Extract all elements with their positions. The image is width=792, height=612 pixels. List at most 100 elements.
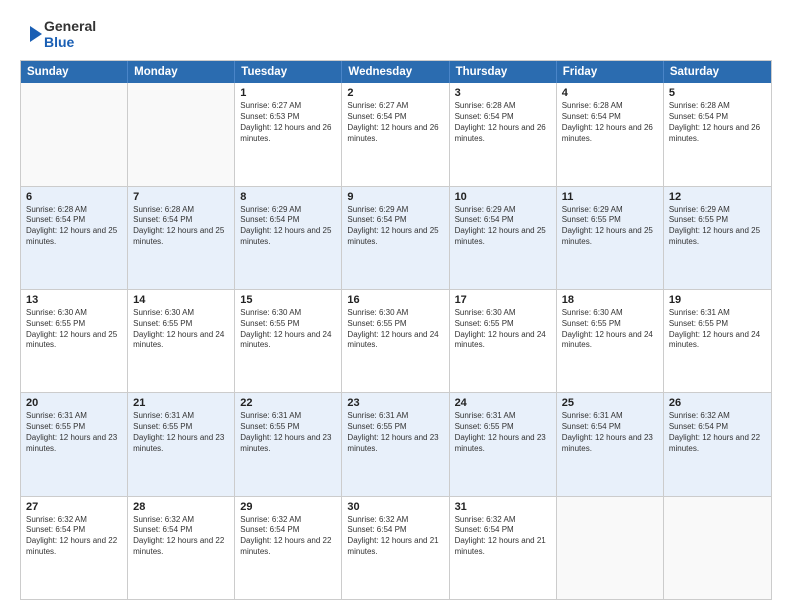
day-cell-25: 25 Sunrise: 6:31 AMSunset: 6:54 PMDayligh… <box>557 393 664 495</box>
day-cell-30: 30Sunrise: 6:32 AMSunset: 6:54 PMDayligh… <box>342 497 449 599</box>
day-cell-20: 20 Sunrise: 6:31 AMSunset: 6:55 PMDayligh… <box>21 393 128 495</box>
day-cell-31: 31 Sunrise: 6:32 AMSunset: 6:54 PMDayligh… <box>450 497 557 599</box>
day-cell-3: 3 Sunrise: 6:28 AMSunset: 6:54 PMDaylight… <box>450 83 557 185</box>
logo-wrapper: General Blue <box>20 18 96 50</box>
day-number: 13 <box>26 294 122 306</box>
empty-cell <box>128 83 235 185</box>
day-cell-8: 8 Sunrise: 6:29 AMSunset: 6:54 PMDaylight… <box>235 187 342 289</box>
day-number: 19 <box>669 294 766 306</box>
day-cell-16: 16Sunrise: 6:30 AMSunset: 6:55 PMDayligh… <box>342 290 449 392</box>
header-day-thursday: Thursday <box>450 61 557 83</box>
day-cell-27: 27 Sunrise: 6:32 AMSunset: 6:54 PMDayligh… <box>21 497 128 599</box>
logo-general: General <box>44 18 96 34</box>
day-cell-2: 2Sunrise: 6:27 AMSunset: 6:54 PMDaylight… <box>342 83 449 185</box>
day-cell-21: 21 Sunrise: 6:31 AMSunset: 6:55 PMDayligh… <box>128 393 235 495</box>
day-cell-10: 10 Sunrise: 6:29 AMSunset: 6:54 PMDayligh… <box>450 187 557 289</box>
day-cell-15: 15 Sunrise: 6:30 AMSunset: 6:55 PMDayligh… <box>235 290 342 392</box>
day-cell-28: 28Sunrise: 6:32 AMSunset: 6:54 PMDayligh… <box>128 497 235 599</box>
day-info: Sunrise: 6:32 AMSunset: 6:54 PMDaylight:… <box>455 515 551 558</box>
day-info: Sunrise: 6:28 AMSunset: 6:54 PMDaylight:… <box>562 101 658 144</box>
day-number: 3 <box>455 87 551 99</box>
calendar: SundayMondayTuesdayWednesdayThursdayFrid… <box>20 60 772 600</box>
day-cell-14: 14 Sunrise: 6:30 AMSunset: 6:55 PMDayligh… <box>128 290 235 392</box>
day-info: Sunrise: 6:28 AMSunset: 6:54 PMDaylight:… <box>669 101 766 144</box>
day-cell-11: 11Sunrise: 6:29 AMSunset: 6:55 PMDayligh… <box>557 187 664 289</box>
day-number: 9 <box>347 191 443 203</box>
day-cell-23: 23 Sunrise: 6:31 AMSunset: 6:55 PMDayligh… <box>342 393 449 495</box>
day-number: 4 <box>562 87 658 99</box>
day-number: 2 <box>347 87 443 99</box>
empty-cell <box>664 497 771 599</box>
day-cell-24: 24 Sunrise: 6:31 AMSunset: 6:55 PMDayligh… <box>450 393 557 495</box>
day-number: 17 <box>455 294 551 306</box>
day-info: Sunrise: 6:29 AMSunset: 6:54 PMDaylight:… <box>240 205 336 248</box>
day-number: 22 <box>240 397 336 409</box>
calendar-row-2: 6Sunrise: 6:28 AMSunset: 6:54 PMDaylight… <box>21 186 771 289</box>
header: General Blue <box>20 18 772 50</box>
day-info: Sunrise: 6:32 AMSunset: 6:54 PMDaylight:… <box>133 515 229 558</box>
day-info: Sunrise: 6:31 AMSunset: 6:55 PMDaylight:… <box>240 411 336 454</box>
page: General Blue SundayMondayTuesdayWednesda… <box>0 0 792 612</box>
day-number: 31 <box>455 501 551 513</box>
day-info: Sunrise: 6:30 AMSunset: 6:55 PMDaylight:… <box>133 308 229 351</box>
day-info: Sunrise: 6:32 AMSunset: 6:54 PMDaylight:… <box>26 515 122 558</box>
day-number: 30 <box>347 501 443 513</box>
day-info: Sunrise: 6:27 AMSunset: 6:53 PMDaylight:… <box>240 101 336 144</box>
calendar-header: SundayMondayTuesdayWednesdayThursdayFrid… <box>21 61 771 83</box>
day-info: Sunrise: 6:31 AMSunset: 6:55 PMDaylight:… <box>347 411 443 454</box>
header-day-friday: Friday <box>557 61 664 83</box>
day-cell-7: 7 Sunrise: 6:28 AMSunset: 6:54 PMDaylight… <box>128 187 235 289</box>
day-info: Sunrise: 6:30 AMSunset: 6:55 PMDaylight:… <box>240 308 336 351</box>
day-cell-17: 17 Sunrise: 6:30 AMSunset: 6:55 PMDayligh… <box>450 290 557 392</box>
day-cell-22: 22 Sunrise: 6:31 AMSunset: 6:55 PMDayligh… <box>235 393 342 495</box>
day-info: Sunrise: 6:30 AMSunset: 6:55 PMDaylight:… <box>562 308 658 351</box>
header-day-wednesday: Wednesday <box>342 61 449 83</box>
header-day-saturday: Saturday <box>664 61 771 83</box>
day-info: Sunrise: 6:32 AMSunset: 6:54 PMDaylight:… <box>669 411 766 454</box>
day-number: 23 <box>347 397 443 409</box>
day-cell-19: 19Sunrise: 6:31 AMSunset: 6:55 PMDayligh… <box>664 290 771 392</box>
day-number: 15 <box>240 294 336 306</box>
day-number: 21 <box>133 397 229 409</box>
day-number: 14 <box>133 294 229 306</box>
day-number: 18 <box>562 294 658 306</box>
day-number: 29 <box>240 501 336 513</box>
day-number: 25 <box>562 397 658 409</box>
day-number: 7 <box>133 191 229 203</box>
day-cell-5: 5 Sunrise: 6:28 AMSunset: 6:54 PMDaylight… <box>664 83 771 185</box>
day-cell-1: 1 Sunrise: 6:27 AMSunset: 6:53 PMDaylight… <box>235 83 342 185</box>
day-info: Sunrise: 6:31 AMSunset: 6:55 PMDaylight:… <box>133 411 229 454</box>
calendar-row-1: 1 Sunrise: 6:27 AMSunset: 6:53 PMDaylight… <box>21 83 771 185</box>
logo: General Blue <box>20 18 96 50</box>
logo-text: General Blue <box>44 18 96 50</box>
day-number: 5 <box>669 87 766 99</box>
day-number: 27 <box>26 501 122 513</box>
day-number: 24 <box>455 397 551 409</box>
day-cell-13: 13 Sunrise: 6:30 AMSunset: 6:55 PMDayligh… <box>21 290 128 392</box>
day-info: Sunrise: 6:31 AMSunset: 6:55 PMDaylight:… <box>26 411 122 454</box>
day-info: Sunrise: 6:28 AMSunset: 6:54 PMDaylight:… <box>133 205 229 248</box>
day-info: Sunrise: 6:31 AMSunset: 6:54 PMDaylight:… <box>562 411 658 454</box>
day-info: Sunrise: 6:32 AMSunset: 6:54 PMDaylight:… <box>240 515 336 558</box>
day-cell-18: 18 Sunrise: 6:30 AMSunset: 6:55 PMDayligh… <box>557 290 664 392</box>
day-info: Sunrise: 6:28 AMSunset: 6:54 PMDaylight:… <box>26 205 122 248</box>
day-cell-12: 12Sunrise: 6:29 AMSunset: 6:55 PMDayligh… <box>664 187 771 289</box>
day-info: Sunrise: 6:28 AMSunset: 6:54 PMDaylight:… <box>455 101 551 144</box>
day-number: 10 <box>455 191 551 203</box>
day-info: Sunrise: 6:31 AMSunset: 6:55 PMDaylight:… <box>455 411 551 454</box>
day-info: Sunrise: 6:30 AMSunset: 6:55 PMDaylight:… <box>455 308 551 351</box>
day-number: 8 <box>240 191 336 203</box>
day-cell-9: 9 Sunrise: 6:29 AMSunset: 6:54 PMDaylight… <box>342 187 449 289</box>
day-info: Sunrise: 6:30 AMSunset: 6:55 PMDaylight:… <box>26 308 122 351</box>
day-info: Sunrise: 6:30 AMSunset: 6:55 PMDaylight:… <box>347 308 443 351</box>
day-number: 1 <box>240 87 336 99</box>
day-cell-6: 6Sunrise: 6:28 AMSunset: 6:54 PMDaylight… <box>21 187 128 289</box>
day-cell-4: 4 Sunrise: 6:28 AMSunset: 6:54 PMDaylight… <box>557 83 664 185</box>
header-day-sunday: Sunday <box>21 61 128 83</box>
day-cell-29: 29 Sunrise: 6:32 AMSunset: 6:54 PMDayligh… <box>235 497 342 599</box>
day-number: 11 <box>562 191 658 203</box>
day-number: 20 <box>26 397 122 409</box>
day-info: Sunrise: 6:29 AMSunset: 6:54 PMDaylight:… <box>455 205 551 248</box>
day-cell-26: 26Sunrise: 6:32 AMSunset: 6:54 PMDayligh… <box>664 393 771 495</box>
day-info: Sunrise: 6:29 AMSunset: 6:54 PMDaylight:… <box>347 205 443 248</box>
